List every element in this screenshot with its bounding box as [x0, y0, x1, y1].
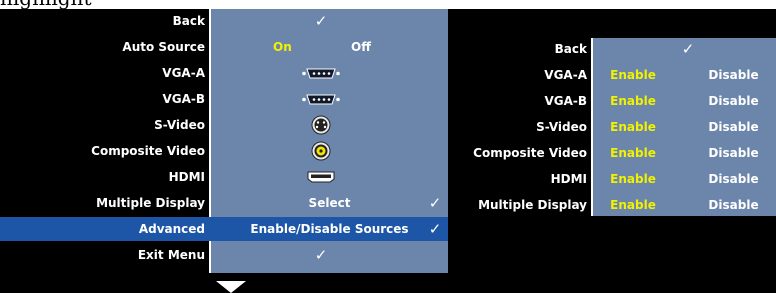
hdmi-port-icon — [307, 171, 335, 183]
submenu-row-label: Composite Video — [473, 146, 587, 160]
submenu-row-composite-video[interactable]: Composite Video Enable Disable — [459, 142, 776, 164]
submenu-row-label: HDMI — [550, 172, 587, 186]
menu-footer-bar — [0, 273, 776, 293]
check-icon: ✓ — [314, 246, 328, 264]
menu-row-label: HDMI — [168, 170, 205, 184]
menu-row-value — [211, 165, 448, 189]
check-icon: ✓ — [314, 12, 328, 30]
menu-row-vga-b[interactable]: VGA-B — [0, 87, 448, 111]
vga-port-icon — [302, 94, 340, 105]
menu-row-label: VGA-B — [162, 92, 205, 106]
menu-row-label: Advanced — [0, 217, 205, 241]
down-arrow-icon[interactable] — [216, 281, 246, 293]
vga-port-icon — [302, 68, 340, 79]
submenu-row-label: VGA-A — [544, 68, 587, 82]
menu-row-vga-a[interactable]: VGA-A — [0, 61, 448, 85]
heading-fragment: highlight — [0, 0, 230, 9]
menu-row-value: On Off — [211, 35, 448, 59]
menu-row-advanced[interactable]: Advanced Enable/Disable Sources ✓ — [0, 217, 448, 241]
disable-option[interactable]: Disable — [691, 194, 776, 216]
menu-row-label: Multiple Display — [96, 196, 205, 210]
submenu-row-vga-a[interactable]: VGA-A Enable Disable — [459, 64, 776, 86]
enable-disable-sources-submenu: Back ✓ VGA-A Enable Disable VGA-B Enable… — [459, 38, 776, 216]
disable-option[interactable]: Disable — [691, 168, 776, 190]
menu-row-label: Back — [172, 14, 205, 28]
menu-row-composite-video[interactable]: Composite Video — [0, 139, 448, 163]
disable-option[interactable]: Disable — [691, 90, 776, 112]
auto-source-off-option[interactable]: Off — [351, 35, 371, 59]
osd-input-source-menu: Back ✓ Auto Source On Off VGA-A VGA-B S-… — [0, 9, 448, 273]
menu-row-value — [211, 113, 448, 137]
submenu-row-multiple-display[interactable]: Multiple Display Enable Disable — [459, 194, 776, 216]
svideo-port-icon — [311, 115, 331, 135]
submenu-row-label: S-Video — [536, 120, 587, 134]
menu-row-label: VGA-A — [162, 66, 205, 80]
auto-source-on-option[interactable]: On — [273, 35, 292, 59]
submenu-row-hdmi[interactable]: HDMI Enable Disable — [459, 168, 776, 190]
menu-row-value: Enable/Disable Sources ✓ — [211, 217, 448, 241]
submenu-row-back[interactable]: Back ✓ — [459, 38, 776, 60]
menu-row-label: S-Video — [154, 118, 205, 132]
disable-option[interactable]: Disable — [691, 142, 776, 164]
menu-row-label: Composite Video — [91, 144, 205, 158]
enable-option[interactable]: Enable — [593, 64, 673, 86]
submenu-row-label: VGA-B — [544, 94, 587, 108]
menu-row-back[interactable]: Back ✓ — [0, 9, 448, 33]
check-icon: ✓ — [428, 220, 442, 238]
multiple-display-select[interactable]: Select — [211, 191, 448, 215]
check-icon: ✓ — [681, 40, 695, 58]
menu-row-value — [211, 87, 448, 111]
submenu-row-s-video[interactable]: S-Video Enable Disable — [459, 116, 776, 138]
menu-row-exit-menu[interactable]: Exit Menu ✓ — [0, 243, 448, 267]
menu-row-label: Exit Menu — [137, 248, 205, 262]
menu-row-multiple-display[interactable]: Multiple Display Select ✓ — [0, 191, 448, 215]
menu-row-label: Auto Source — [122, 40, 205, 54]
enable-option[interactable]: Enable — [593, 194, 673, 216]
menu-row-s-video[interactable]: S-Video — [0, 113, 448, 137]
disable-option[interactable]: Disable — [691, 116, 776, 138]
enable-option[interactable]: Enable — [593, 168, 673, 190]
menu-row-value: ✓ — [211, 243, 448, 267]
enable-option[interactable]: Enable — [593, 142, 673, 164]
submenu-row-label: Back — [554, 42, 587, 56]
menu-row-value — [211, 61, 448, 85]
enable-disable-sources-option[interactable]: Enable/Disable Sources — [211, 217, 448, 241]
submenu-row-vga-b[interactable]: VGA-B Enable Disable — [459, 90, 776, 112]
heading-text: highlight — [0, 0, 91, 9]
enable-option[interactable]: Enable — [593, 90, 673, 112]
composite-video-port-icon — [311, 141, 331, 161]
menu-row-value: Select ✓ — [211, 191, 448, 215]
menu-row-hdmi[interactable]: HDMI — [0, 165, 448, 189]
submenu-row-label: Multiple Display — [478, 198, 587, 212]
enable-option[interactable]: Enable — [593, 116, 673, 138]
menu-row-value — [211, 139, 448, 163]
disable-option[interactable]: Disable — [691, 64, 776, 86]
menu-row-auto-source[interactable]: Auto Source On Off — [0, 35, 448, 59]
check-icon: ✓ — [428, 194, 442, 212]
menu-row-value: ✓ — [211, 9, 448, 33]
